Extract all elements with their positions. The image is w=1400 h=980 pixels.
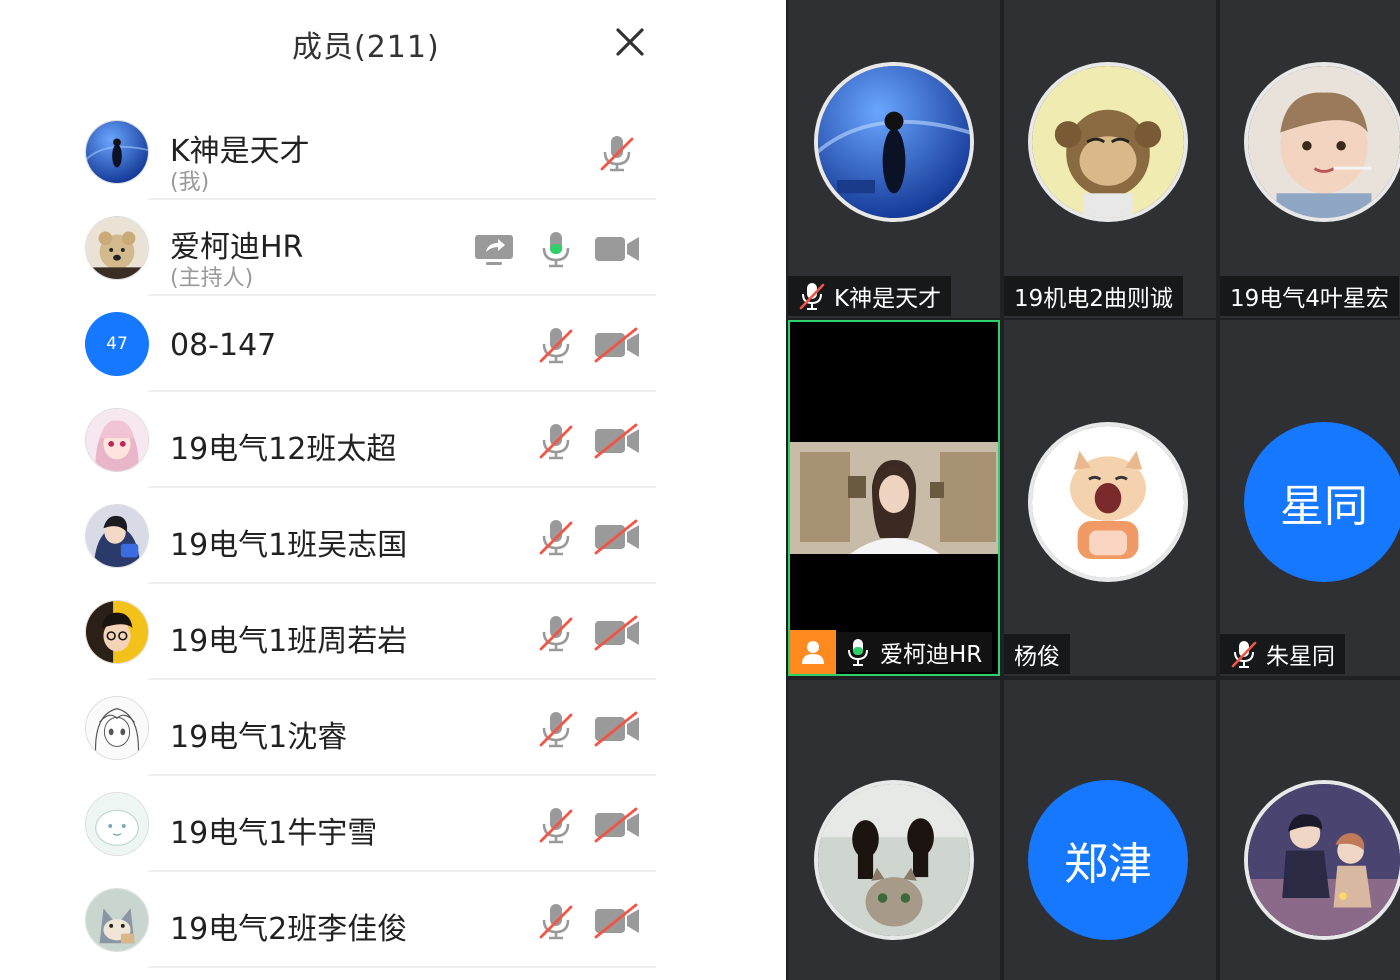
video-tile[interactable]: K神是天才	[788, 0, 1000, 318]
avatar	[1028, 62, 1188, 222]
close-icon[interactable]	[612, 24, 648, 60]
video-tile[interactable]: 郑津	[1004, 680, 1216, 980]
member-name: 08-147	[170, 328, 277, 363]
video-tile-active[interactable]: 爱柯迪HR	[788, 320, 1000, 676]
avatar	[85, 792, 149, 856]
avatar	[85, 120, 149, 184]
camera-off-icon[interactable]	[592, 325, 642, 365]
participant-name: 杨俊	[1014, 644, 1060, 670]
member-row[interactable]: 爱柯迪HR (主持人)	[0, 200, 720, 296]
member-count-title: 成员(211)	[292, 30, 440, 65]
camera-on-icon[interactable]	[592, 229, 642, 269]
avatar	[1244, 62, 1400, 222]
video-tile[interactable]: 杨俊	[1004, 320, 1216, 676]
member-name: 19电气1班周若岩	[170, 624, 408, 659]
avatar	[814, 62, 974, 222]
participant-name: K神是天才	[834, 286, 942, 312]
participant-name: 19机电2曲则诚	[1014, 286, 1173, 312]
video-tile[interactable]	[788, 680, 1000, 980]
camera-off-icon[interactable]	[592, 613, 642, 653]
tile-label: 19机电2曲则诚	[1004, 276, 1183, 316]
avatar	[814, 780, 974, 940]
camera-off-icon[interactable]	[592, 805, 642, 845]
participant-name: 爱柯迪HR	[880, 642, 983, 668]
mic-on-icon	[844, 637, 872, 667]
mic-muted-icon[interactable]	[531, 613, 581, 653]
member-name: 19电气2班李佳俊	[170, 912, 408, 947]
video-tile[interactable]	[1220, 680, 1400, 980]
member-row[interactable]: 19电气1班周若岩	[0, 584, 720, 680]
avatar	[85, 888, 149, 952]
tile-label: 杨俊	[1004, 634, 1070, 674]
member-name: 19电气1班吴志国	[170, 528, 408, 563]
avatar-number: 47	[85, 312, 149, 376]
member-list-header: 成员(211)	[0, 0, 720, 84]
participant-name: 朱星同	[1266, 644, 1335, 670]
screen-share-icon[interactable]	[471, 229, 517, 269]
mic-muted-icon[interactable]	[531, 325, 581, 365]
avatar	[85, 600, 149, 664]
video-grid: K神是天才 19机电2曲则诚 19电气4叶星宏 爱柯迪HR 杨俊 星同 朱星同 …	[786, 0, 1400, 980]
video-tile[interactable]: 星同 朱星同	[1220, 320, 1400, 676]
avatar-initials: 星同	[1244, 422, 1400, 582]
mic-muted-icon[interactable]	[531, 517, 581, 557]
member-row[interactable]: 19电气1班吴志国	[0, 488, 720, 584]
avatar	[1028, 422, 1188, 582]
mic-muted-icon[interactable]	[531, 421, 581, 461]
mic-on-icon[interactable]	[531, 229, 581, 269]
mic-muted-icon[interactable]	[531, 805, 581, 845]
avatar	[85, 504, 149, 568]
tile-label: 爱柯迪HR	[790, 630, 993, 674]
member-name: 19电气1牛宇雪	[170, 816, 378, 851]
tile-label: K神是天才	[788, 276, 952, 316]
member-row[interactable]: K神是天才 (我)	[0, 104, 720, 200]
member-role: (我)	[170, 170, 210, 195]
member-row[interactable]: 19电气2班李佳俊	[0, 872, 720, 968]
live-video-hr	[790, 442, 998, 554]
camera-off-icon[interactable]	[592, 709, 642, 749]
participant-name: 19电气4叶星宏	[1230, 286, 1389, 312]
video-tile[interactable]: 19机电2曲则诚	[1004, 0, 1216, 318]
avatar-initials: 郑津	[1028, 780, 1188, 940]
tile-label: 19电气4叶星宏	[1220, 276, 1399, 316]
member-row[interactable]: 19电气1沈睿	[0, 680, 720, 776]
mic-muted-icon[interactable]	[531, 901, 581, 941]
avatar	[1244, 780, 1400, 940]
member-row[interactable]: 47 08-147	[0, 296, 720, 392]
camera-off-icon[interactable]	[592, 517, 642, 557]
mic-muted-icon	[1230, 639, 1258, 669]
camera-off-icon[interactable]	[592, 421, 642, 461]
member-row[interactable]: 19电气1牛宇雪	[0, 776, 720, 872]
avatar	[85, 408, 149, 472]
row-divider	[148, 966, 656, 968]
member-role: (主持人)	[170, 266, 254, 291]
avatar	[85, 216, 149, 280]
member-name: 19电气12班太超	[170, 432, 397, 467]
avatar	[85, 696, 149, 760]
member-name: 19电气1沈睿	[170, 720, 348, 755]
video-tile[interactable]: 19电气4叶星宏	[1220, 0, 1400, 318]
member-list-panel: 成员(211) K神是天才 (我) 爱柯迪HR (主持人) 47 08-147 …	[0, 0, 786, 980]
tile-label: 朱星同	[1220, 634, 1345, 674]
host-user-icon	[790, 630, 836, 674]
mic-muted-icon	[798, 281, 826, 311]
mic-muted-icon[interactable]	[592, 133, 642, 173]
member-row[interactable]: 19电气12班太超	[0, 392, 720, 488]
mic-muted-icon[interactable]	[531, 709, 581, 749]
camera-off-icon[interactable]	[592, 901, 642, 941]
